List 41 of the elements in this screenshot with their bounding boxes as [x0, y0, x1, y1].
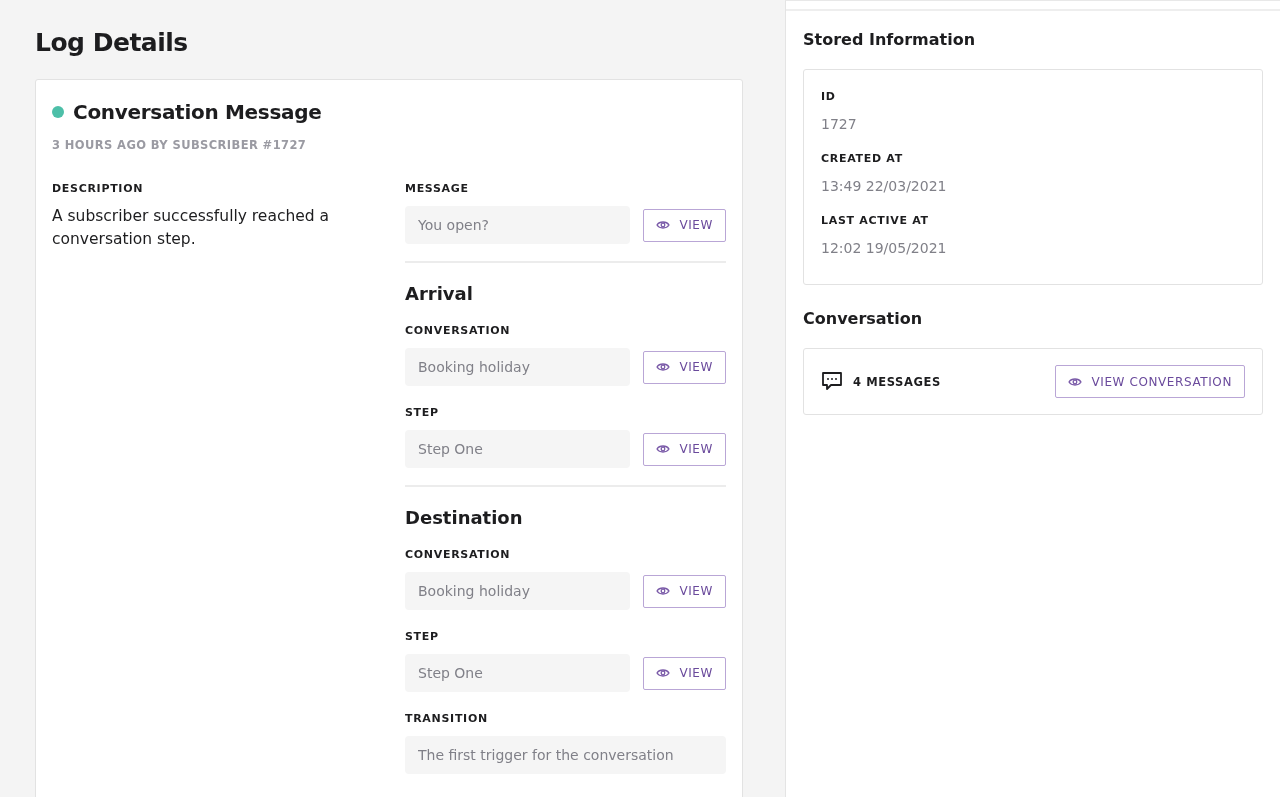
eye-icon: [656, 668, 671, 678]
message-count: 4 MESSAGES: [853, 374, 941, 389]
text-field[interactable]: You open?: [405, 206, 630, 244]
section-title: Stored Information: [803, 30, 977, 49]
info-label: CREATED AT: [821, 152, 904, 165]
info-value: 13:49 22/03/2021: [821, 178, 948, 194]
view-button[interactable]: VIEW: [643, 208, 726, 242]
info-value: 12:02 19/05/2021: [821, 240, 948, 256]
section-heading: Destination: [405, 507, 524, 528]
eye-icon: [656, 444, 671, 454]
eye-icon: [656, 362, 671, 372]
text-field[interactable]: The first trigger for the conversation: [405, 736, 726, 774]
field-label: CONVERSATION: [405, 548, 512, 561]
text-field[interactable]: Booking holiday: [405, 572, 630, 610]
eye-icon: [656, 586, 671, 596]
field-label: STEP: [405, 630, 440, 643]
info-label: ID: [821, 90, 837, 103]
view-conversation-button[interactable]: VIEW CONVERSATION: [1055, 365, 1245, 398]
view-button[interactable]: VIEW: [643, 432, 726, 466]
text-field[interactable]: Booking holiday: [405, 348, 630, 386]
eye-icon: [656, 220, 671, 230]
section-title: Conversation: [803, 309, 924, 328]
view-button[interactable]: VIEW: [643, 350, 726, 384]
info-label: LAST ACTIVE AT: [821, 214, 930, 227]
field-label: TRANSITION: [405, 712, 489, 725]
info-value: 1727: [821, 116, 858, 132]
description-text: A subscriber successfully reached a conversation step.: [52, 206, 331, 250]
field-label: CONVERSATION: [405, 324, 512, 337]
eye-icon: [1068, 376, 1083, 387]
chat-bubble-icon: [821, 371, 843, 392]
log-title: Conversation Message: [73, 100, 322, 124]
view-button[interactable]: VIEW: [643, 656, 726, 690]
page-title: Log Details: [35, 28, 189, 57]
field-label: MESSAGE: [405, 182, 470, 195]
view-button[interactable]: VIEW: [643, 574, 726, 608]
field-label: STEP: [405, 406, 440, 419]
field-label: DESCRIPTION: [52, 182, 145, 195]
text-field[interactable]: Step One: [405, 654, 630, 692]
section-heading: Arrival: [405, 283, 474, 304]
text-field[interactable]: Step One: [405, 430, 630, 468]
log-meta: 3 HOURS AGO BY SUBSCRIBER #1727: [52, 138, 308, 152]
